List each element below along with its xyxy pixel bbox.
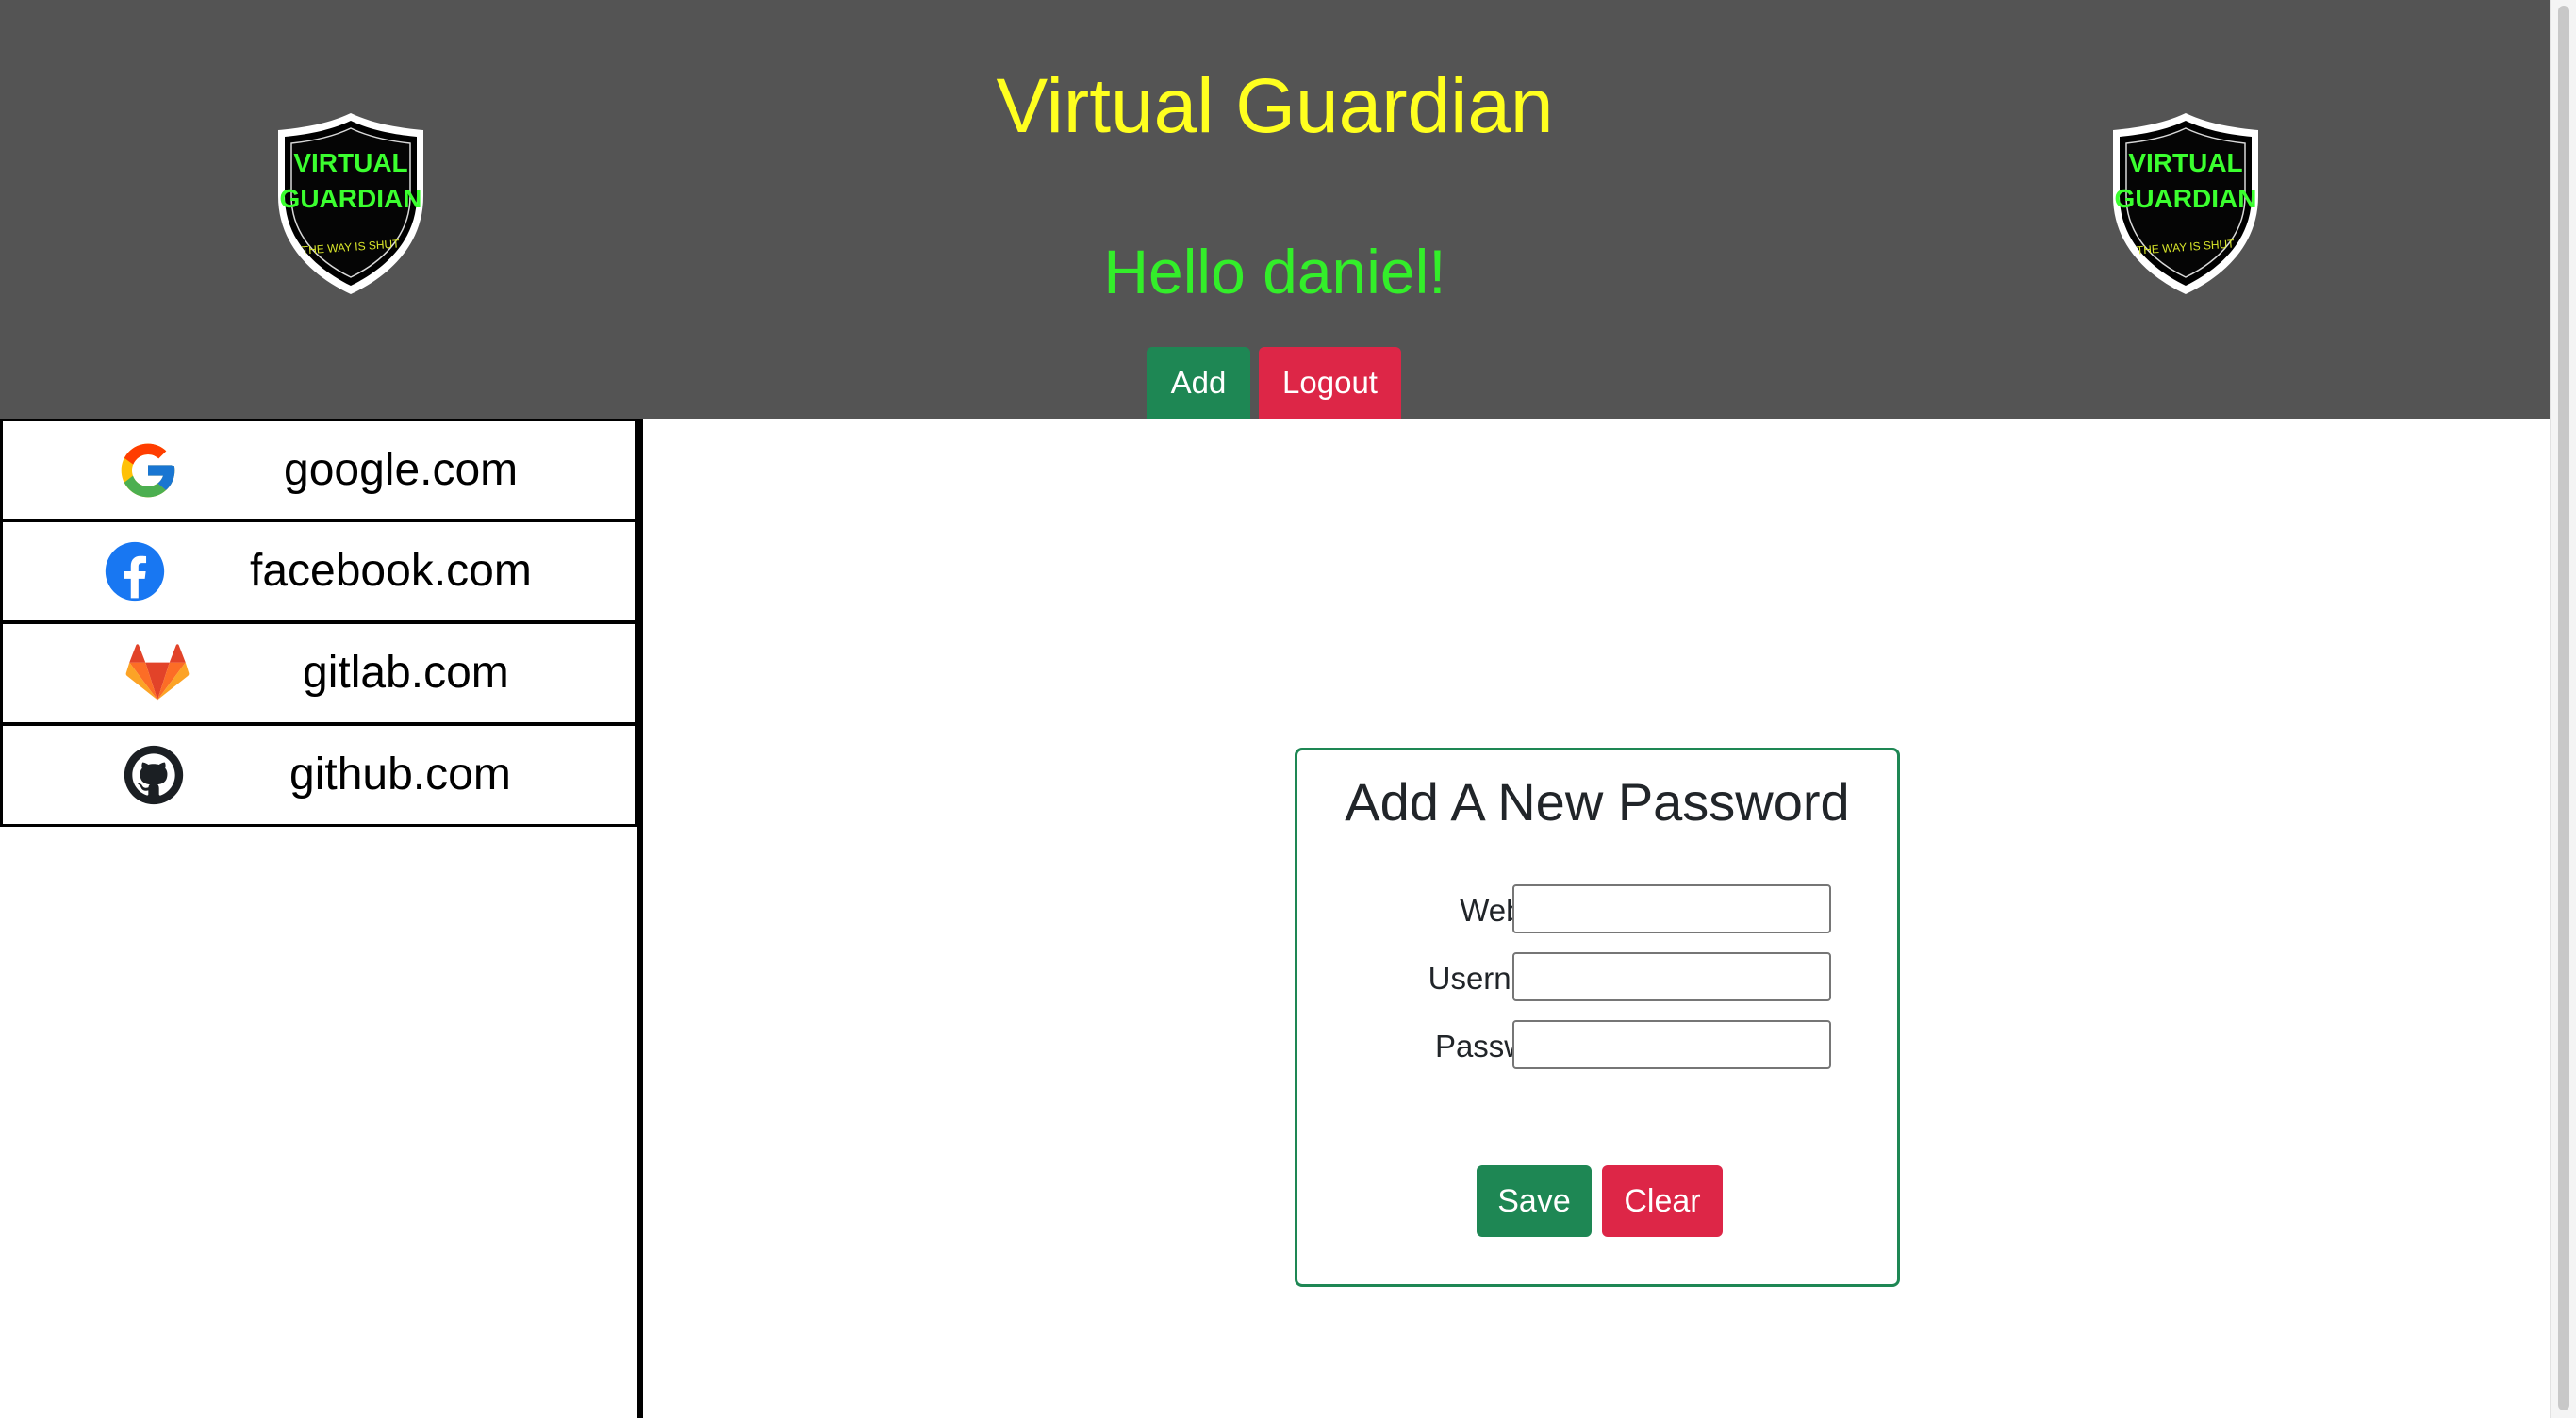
username-input[interactable] xyxy=(1512,952,1831,1001)
site-label-facebook: facebook.com xyxy=(250,546,532,596)
clear-button[interactable]: Clear xyxy=(1602,1165,1723,1237)
google-icon xyxy=(116,438,180,503)
scrollbar-thumb[interactable] xyxy=(2558,6,2569,1410)
username-row: Username: xyxy=(1297,952,1897,1005)
svg-text:GUARDIAN: GUARDIAN xyxy=(280,184,422,213)
svg-text:VIRTUAL: VIRTUAL xyxy=(2128,148,2242,177)
site-label-gitlab: gitlab.com xyxy=(303,648,509,698)
website-input[interactable] xyxy=(1512,884,1831,933)
logout-button[interactable]: Logout xyxy=(1259,347,1401,419)
page-scrollbar[interactable] xyxy=(2550,0,2576,1418)
form-title: Add A New Password xyxy=(1345,772,1850,832)
facebook-icon xyxy=(103,539,167,603)
site-item-github[interactable]: github.com xyxy=(0,723,637,827)
virtual-guardian-logo-right: VIRTUAL GUARDIAN THE WAY IS SHUT xyxy=(2105,109,2266,298)
password-row: Password: xyxy=(1297,1020,1897,1073)
add-button[interactable]: Add xyxy=(1147,347,1250,419)
github-icon xyxy=(122,743,186,807)
gitlab-icon xyxy=(125,641,190,705)
site-item-gitlab[interactable]: gitlab.com xyxy=(0,621,637,725)
site-label-google: google.com xyxy=(284,445,519,495)
website-row: Website: xyxy=(1297,884,1897,937)
site-label-github: github.com xyxy=(289,750,511,800)
app-header: VIRTUAL GUARDIAN THE WAY IS SHUT Virtual… xyxy=(0,0,2550,419)
password-input[interactable] xyxy=(1512,1020,1831,1069)
site-item-google[interactable]: google.com xyxy=(0,419,637,522)
save-button[interactable]: Save xyxy=(1477,1165,1592,1237)
saved-sites-sidebar: google.com facebook.com gitlab.com githu… xyxy=(0,419,643,1418)
svg-text:GUARDIAN: GUARDIAN xyxy=(2115,184,2257,213)
site-item-facebook[interactable]: facebook.com xyxy=(0,519,637,623)
add-password-form: Add A New Password Website: Username: Pa… xyxy=(1295,748,1900,1287)
